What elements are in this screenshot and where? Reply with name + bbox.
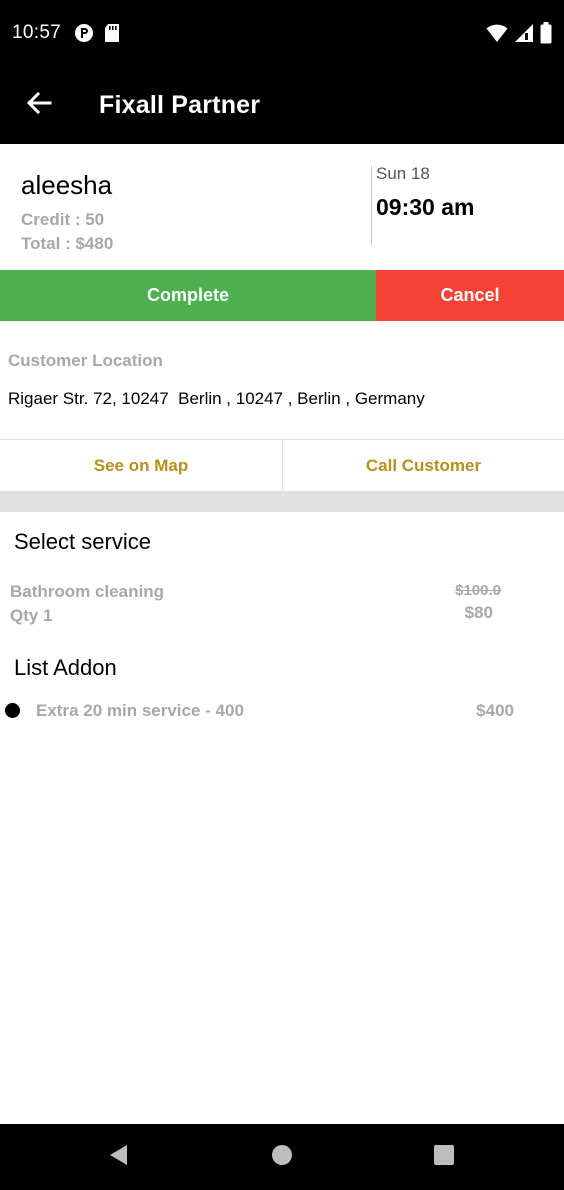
section-separator [0, 492, 564, 512]
vertical-divider [371, 166, 372, 246]
back-triangle-icon [107, 1143, 129, 1172]
service-original-price: $100.0 [455, 582, 501, 599]
status-left-icons [74, 23, 120, 48]
app-notification-icon [74, 23, 94, 48]
booking-time: 09:30 am [376, 194, 475, 220]
cancel-button[interactable]: Cancel [376, 270, 564, 321]
service-price: $80 [464, 603, 493, 622]
status-time: 10:57 [12, 22, 62, 43]
system-nav-bar [0, 1124, 564, 1190]
home-circle-icon [271, 1144, 293, 1171]
booking-day: Sun 18 [376, 164, 430, 183]
bullet-icon [5, 703, 20, 718]
back-button[interactable] [20, 86, 58, 124]
customer-address: Rigaer Str. 72, 10247 Berlin , 10247 , B… [8, 389, 425, 408]
customer-name: aleesha [21, 170, 113, 200]
credit-value: Credit : 50 [21, 210, 105, 229]
total-value: Total : $480 [21, 234, 114, 253]
signal-icon [514, 23, 534, 48]
service-name: Bathroom cleaning [10, 582, 164, 601]
wifi-icon [486, 23, 508, 48]
contact-actions: See on Map Call Customer [0, 439, 564, 492]
nav-recents-button[interactable] [431, 1144, 457, 1170]
service-qty: Qty 1 [10, 606, 53, 625]
customer-location-label: Customer Location [8, 351, 163, 370]
battery-icon [540, 22, 552, 49]
call-customer-button[interactable]: Call Customer [283, 440, 564, 492]
app-bar: Fixall Partner [0, 66, 564, 144]
arrow-left-icon [26, 91, 52, 119]
list-addon-heading: List Addon [14, 655, 117, 680]
status-bar: 10:57 [0, 0, 564, 66]
select-service-heading: Select service [14, 529, 151, 554]
addon-price: $400 [476, 701, 514, 720]
page-title: Fixall Partner [99, 91, 261, 119]
sd-card-icon [104, 23, 120, 48]
complete-button[interactable]: Complete [0, 270, 376, 321]
recents-square-icon [433, 1144, 455, 1171]
nav-home-button[interactable] [269, 1144, 295, 1170]
status-right-icons [486, 22, 552, 49]
nav-back-button[interactable] [105, 1144, 131, 1170]
see-on-map-button[interactable]: See on Map [0, 440, 282, 492]
addon-name: Extra 20 min service - 400 [36, 701, 244, 720]
booking-summary: aleesha Credit : 50 Total : $480 Sun 18 … [0, 144, 564, 270]
